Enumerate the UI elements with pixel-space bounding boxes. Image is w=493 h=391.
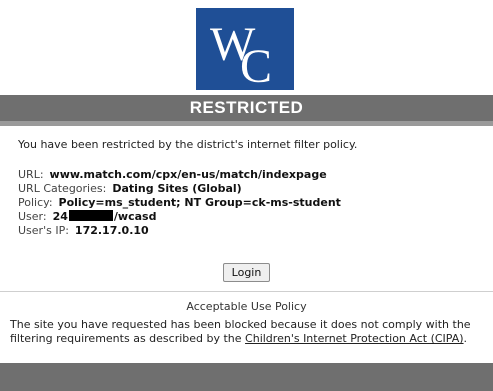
ip-label: User's IP:: [18, 224, 69, 237]
user-label: User:: [18, 210, 47, 223]
wc-logo-graphic: W C: [196, 8, 294, 90]
ip-row: User's IP: 172.17.0.10: [18, 224, 478, 238]
login-container: Login: [0, 263, 493, 282]
user-prefix: 24: [52, 210, 68, 223]
user-suffix: /wcasd: [113, 210, 157, 223]
district-logo: W C: [196, 8, 294, 90]
policy-row: Policy: Policy=ms_student; NT Group=ck-m…: [18, 196, 478, 210]
url-label: URL:: [18, 168, 44, 181]
aup-text-end: .: [463, 332, 468, 345]
login-button[interactable]: Login: [222, 263, 271, 282]
ip-value: 172.17.0.10: [74, 224, 149, 237]
cipa-link[interactable]: Children's Internet Protection Act (CIPA…: [245, 332, 464, 345]
aup-title: Acceptable Use Policy: [186, 300, 307, 313]
restricted-banner: RESTRICTED: [0, 95, 493, 121]
redaction-block: [68, 210, 113, 221]
categories-value: Dating Sites (Global): [112, 182, 242, 195]
logo-letter-c: C: [240, 40, 272, 90]
policy-label: Policy:: [18, 196, 53, 209]
categories-label: URL Categories:: [18, 182, 107, 195]
policy-value: Policy=ms_student; NT Group=ck-ms-studen…: [58, 196, 341, 209]
banner-underline: [0, 121, 493, 126]
acceptable-use-policy: Acceptable Use Policy The site you have …: [10, 300, 483, 346]
aup-text: The site you have requested has been blo…: [10, 318, 483, 346]
block-details: You have been restricted by the district…: [18, 138, 478, 238]
categories-row: URL Categories: Dating Sites (Global): [18, 182, 478, 196]
footer-bar: [0, 363, 493, 391]
banner-title: RESTRICTED: [189, 98, 304, 117]
url-row: URL: www.match.com/cpx/en-us/match/index…: [18, 168, 478, 182]
section-divider: [0, 291, 493, 292]
intro-message: You have been restricted by the district…: [18, 138, 358, 151]
user-row: User: 24/wcasd: [18, 210, 478, 224]
user-value: 24/wcasd: [52, 210, 157, 224]
url-value: www.match.com/cpx/en-us/match/indexpage: [49, 168, 327, 181]
